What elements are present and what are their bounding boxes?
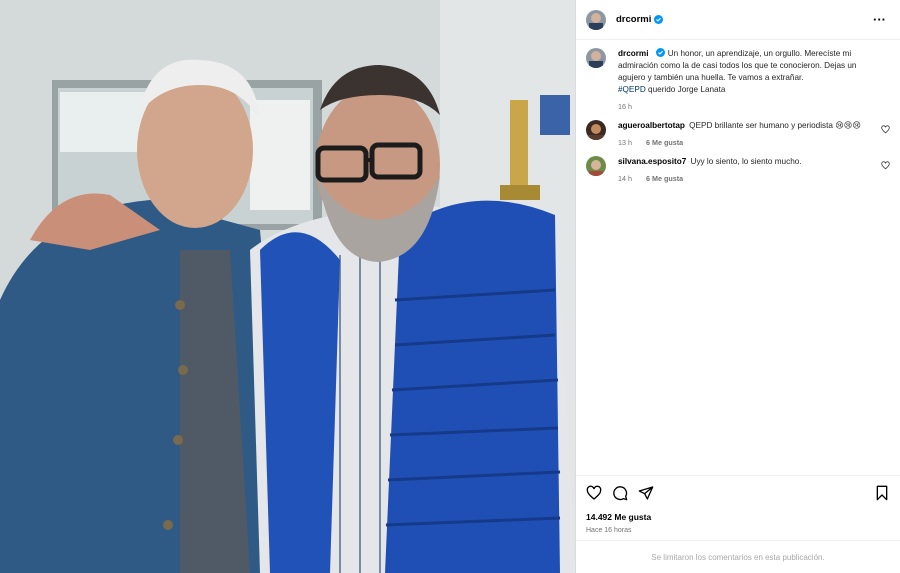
verified-badge-icon xyxy=(654,15,664,24)
avatar-image xyxy=(586,9,606,30)
bookmark-icon[interactable] xyxy=(874,485,890,501)
comment-body: QEPD brillante ser humano y periodista 😢… xyxy=(689,121,861,130)
like-count[interactable]: 14.492 Me gusta xyxy=(586,512,890,522)
avatar-image xyxy=(586,120,606,140)
caption: drcormi Un honor, un aprendizaje, un org… xyxy=(586,48,890,111)
comments-limited-notice: Se limitaron los comentarios en esta pub… xyxy=(576,540,900,573)
caption-body: Un honor, un aprendizaje, un orgullo. Me… xyxy=(618,49,857,82)
post-time[interactable]: Hace 16 horas xyxy=(586,527,890,534)
caption-username[interactable]: drcormi xyxy=(618,49,648,58)
comment-text: agueroalbertotap QEPD brillante ser huma… xyxy=(618,120,876,132)
post-image xyxy=(0,0,575,573)
avatar-image xyxy=(586,156,606,176)
instagram-post: drcormi ··· drcormi Un honor, un aprendi… xyxy=(0,0,900,573)
comment-likes[interactable]: 6 Me gusta xyxy=(646,138,683,147)
avatar-image xyxy=(586,48,606,68)
more-options-icon[interactable]: ··· xyxy=(869,12,890,27)
caption-time[interactable]: 16 h xyxy=(618,102,632,111)
post-photo[interactable] xyxy=(0,0,575,573)
header-username[interactable]: drcormi xyxy=(616,14,651,25)
comment-body: Uyy lo siento, lo siento mucho. xyxy=(690,157,802,166)
heart-icon[interactable] xyxy=(881,161,890,170)
post-side-panel: drcormi ··· drcormi Un honor, un aprendi… xyxy=(575,0,900,573)
caption-text: drcormi Un honor, un aprendizaje, un org… xyxy=(618,48,876,96)
avatar[interactable] xyxy=(586,9,606,30)
comment-icon[interactable] xyxy=(612,485,628,501)
action-icons xyxy=(586,484,890,502)
heart-icon[interactable] xyxy=(586,485,602,501)
comment-time[interactable]: 14 h xyxy=(618,174,632,183)
comment-text: silvana.esposito7 Uyy lo siento, lo sien… xyxy=(618,156,876,168)
comment-item: silvana.esposito7 Uyy lo siento, lo sien… xyxy=(586,156,890,183)
comment-item: agueroalbertotap QEPD brillante ser huma… xyxy=(586,120,890,147)
avatar[interactable] xyxy=(586,120,606,140)
comment-username[interactable]: silvana.esposito7 xyxy=(618,157,686,166)
caption-body-end: querido Jorge Lanata xyxy=(648,85,726,94)
comment-username[interactable]: agueroalbertotap xyxy=(618,121,685,130)
post-actions: 14.492 Me gusta Hace 16 horas xyxy=(576,475,900,540)
comment-meta: 13 h 6 Me gusta xyxy=(618,138,876,147)
comment-time[interactable]: 13 h xyxy=(618,138,632,147)
caption-meta: 16 h xyxy=(618,102,876,111)
comments-section: drcormi Un honor, un aprendizaje, un org… xyxy=(576,40,900,475)
comment-meta: 14 h 6 Me gusta xyxy=(618,174,876,183)
hashtag-link[interactable]: #QEPD xyxy=(618,85,646,94)
avatar[interactable] xyxy=(586,156,606,176)
verified-badge-icon xyxy=(655,48,665,57)
post-header: drcormi ··· xyxy=(576,0,900,40)
share-icon[interactable] xyxy=(638,485,654,501)
avatar[interactable] xyxy=(586,48,606,68)
heart-icon[interactable] xyxy=(881,125,890,134)
comment-likes[interactable]: 6 Me gusta xyxy=(646,174,683,183)
